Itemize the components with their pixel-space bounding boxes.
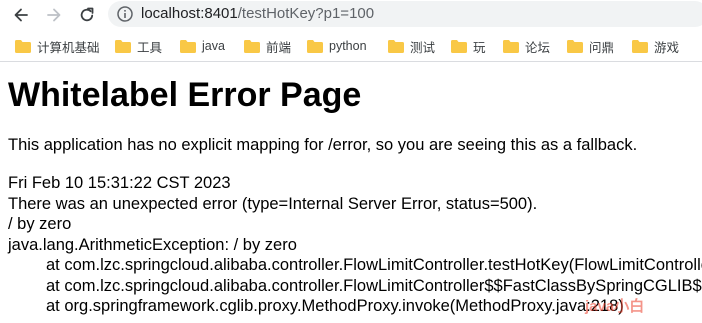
bookmarks-bar: 计算机基础 工具 java 前端 python 测试 玩 论坛 问鼎 游戏 <box>0 30 702 62</box>
folder-icon <box>115 39 131 53</box>
bookmark-folder-frontend[interactable]: 前端 <box>244 36 291 56</box>
error-description: This application has no explicit mapping… <box>8 136 638 154</box>
bookmark-folder-testing[interactable]: 测试 <box>388 36 435 56</box>
bookmark-folder-forum[interactable]: 论坛 <box>503 36 550 56</box>
bookmark-folder-games[interactable]: 游戏 <box>632 36 679 56</box>
error-timestamp: Fri Feb 10 15:31:22 CST 2023 <box>8 174 231 192</box>
bookmark-label: 论坛 <box>525 40 551 55</box>
address-bar[interactable]: localhost:8401/testHotKey?p1=100 <box>108 1 702 27</box>
stack-trace-line: at com.lzc.springcloud.alibaba.controlle… <box>46 276 702 295</box>
folder-icon <box>15 39 31 53</box>
arrow-left-icon <box>14 8 28 22</box>
reload-button[interactable] <box>75 3 99 27</box>
bookmark-label: 问鼎 <box>589 40 615 55</box>
folder-icon <box>307 39 323 53</box>
bookmark-folder-cs-basics[interactable]: 计算机基础 <box>15 36 100 56</box>
bookmark-folder-wending[interactable]: 问鼎 <box>567 36 614 56</box>
bookmark-folder-java[interactable]: java <box>180 36 225 56</box>
folder-icon <box>388 39 404 53</box>
bookmark-label: 玩 <box>473 40 486 55</box>
folder-icon <box>567 39 583 53</box>
bookmark-label: java <box>202 39 225 53</box>
exception-line: java.lang.ArithmeticException: / by zero <box>8 235 297 254</box>
reload-icon <box>80 7 94 22</box>
bookmark-label: 计算机基础 <box>37 40 100 55</box>
bookmark-label: 工具 <box>137 40 163 55</box>
back-button[interactable] <box>9 3 33 27</box>
bookmark-folder-tools[interactable]: 工具 <box>115 36 162 56</box>
bookmark-label: 测试 <box>410 40 436 55</box>
page-title: Whitelabel Error Page <box>8 76 362 114</box>
forward-button[interactable] <box>42 3 66 27</box>
url-text[interactable]: localhost:8401/testHotKey?p1=100 <box>141 4 374 24</box>
info-icon[interactable] <box>116 5 134 23</box>
folder-icon <box>503 39 519 53</box>
error-message: / by zero <box>8 215 72 233</box>
error-status-line: There was an unexpected error (type=Inte… <box>8 194 538 213</box>
bookmark-label: 前端 <box>266 40 292 55</box>
error-details: Fri Feb 10 15:31:22 CST 2023 There was a… <box>8 173 702 317</box>
url-host: localhost:8401 <box>141 5 238 22</box>
folder-icon <box>632 39 648 53</box>
browser-toolbar: localhost:8401/testHotKey?p1=100 <box>0 0 702 30</box>
folder-icon <box>451 39 467 53</box>
bookmark-folder-python[interactable]: python <box>307 36 367 56</box>
watermark: java小白 <box>585 298 645 315</box>
arrow-right-icon <box>47 8 61 22</box>
page-content: Whitelabel Error Page This application h… <box>0 62 702 323</box>
bookmark-label: python <box>329 39 367 53</box>
bookmark-label: 游戏 <box>654 40 680 55</box>
stack-trace-line: at com.lzc.springcloud.alibaba.controlle… <box>46 256 702 274</box>
bookmark-folder-play[interactable]: 玩 <box>451 36 486 56</box>
folder-icon <box>180 39 196 53</box>
folder-icon <box>244 39 260 53</box>
url-path: /testHotKey?p1=100 <box>237 5 375 22</box>
